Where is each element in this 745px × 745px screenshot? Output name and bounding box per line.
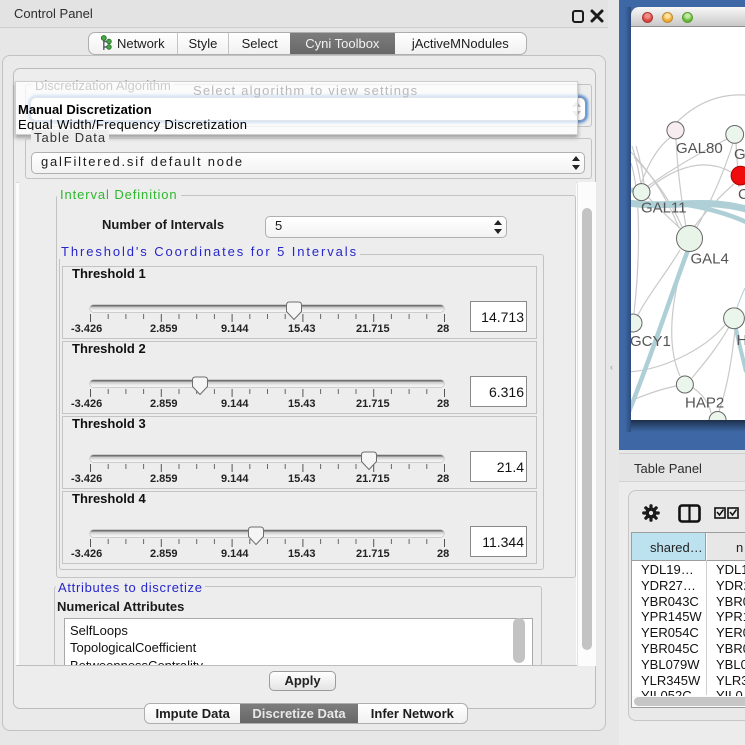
svg-text:GAL80: GAL80 bbox=[676, 140, 723, 157]
svg-text:C: C bbox=[738, 186, 745, 203]
svg-text:GAL11: GAL11 bbox=[641, 200, 687, 217]
svg-text:HAP2: HAP2 bbox=[685, 395, 724, 412]
svg-text:GCY1: GCY1 bbox=[631, 333, 671, 350]
svg-text:H: H bbox=[737, 332, 745, 349]
svg-text:GAL4: GAL4 bbox=[691, 251, 729, 268]
svg-text:GA: GA bbox=[734, 146, 745, 163]
